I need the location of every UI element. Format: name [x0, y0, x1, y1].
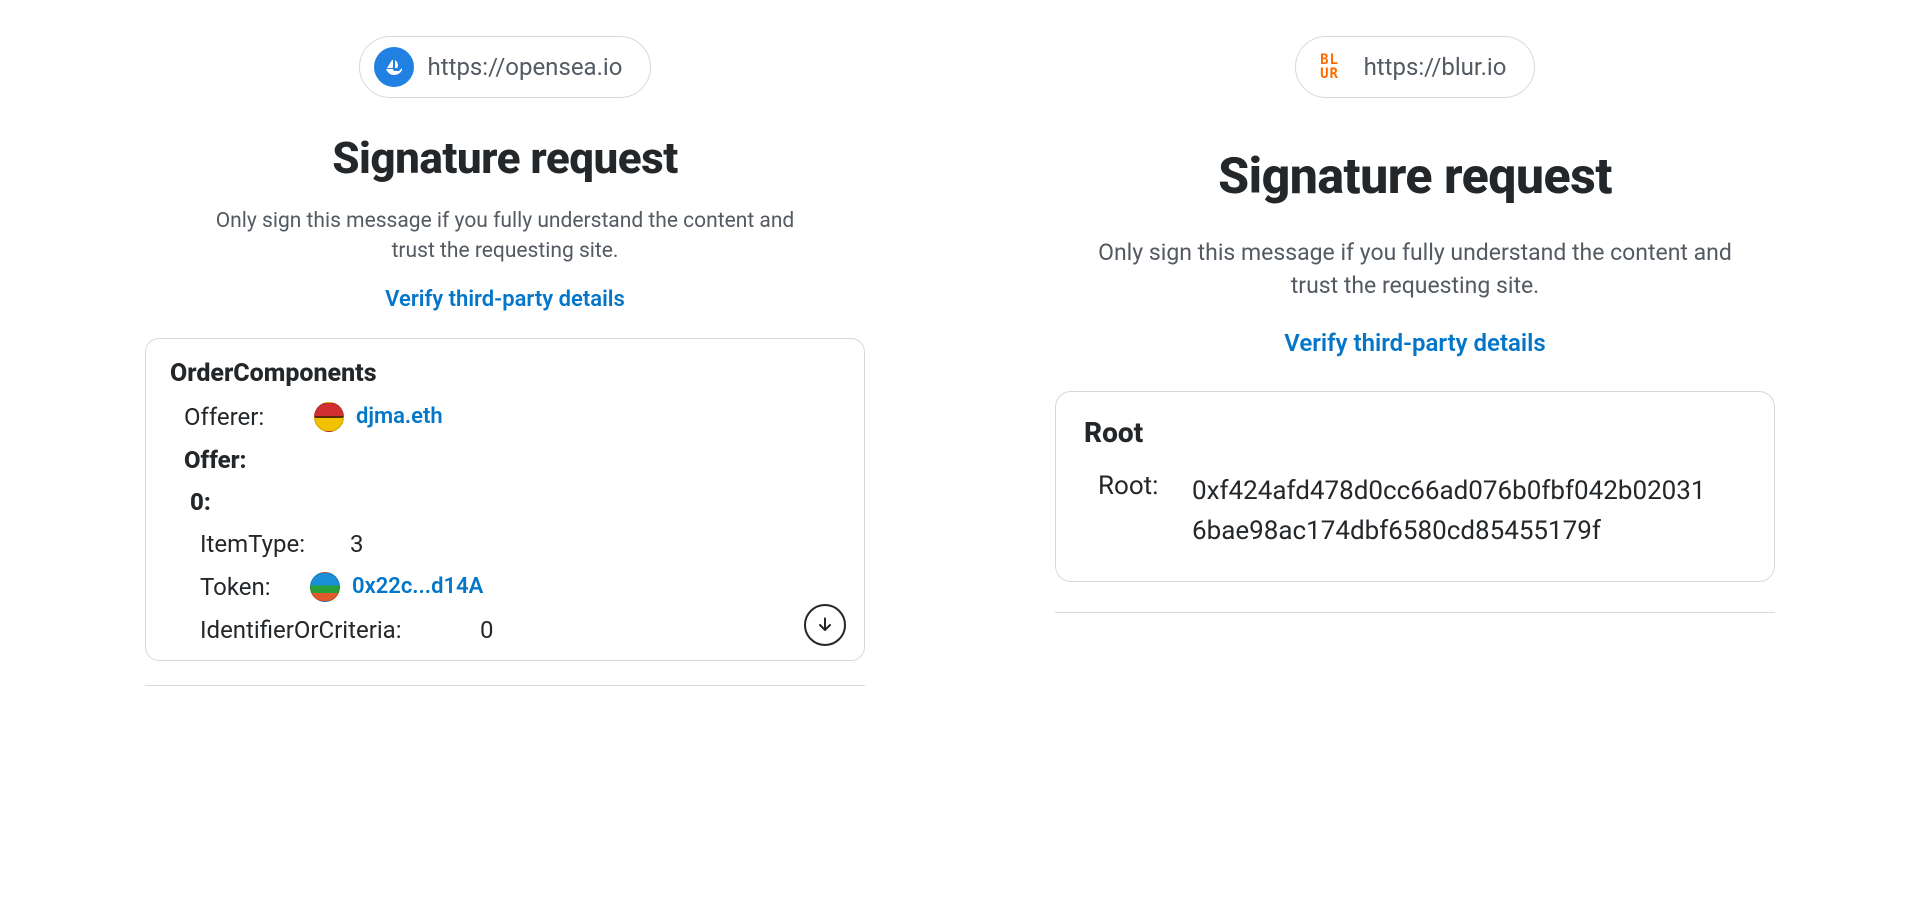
offerer-address-link[interactable]: djma.eth — [356, 404, 443, 429]
root-row: Root: 0xf424afd478d0cc66ad076b0fbf042b02… — [1084, 471, 1746, 552]
ioc-value: 0 — [480, 616, 494, 644]
popup-title: Signature request — [332, 132, 678, 184]
offer-section-label: Offer: — [184, 446, 840, 474]
verify-third-party-link[interactable]: Verify third-party details — [385, 287, 625, 312]
offer-index-label: 0: — [190, 488, 840, 516]
divider — [1055, 612, 1775, 613]
scroll-down-button[interactable] — [804, 604, 846, 646]
verify-third-party-link[interactable]: Verify third-party details — [1284, 329, 1545, 357]
root-label: Root: — [1084, 471, 1174, 501]
ioc-label: IdentifierOrCriteria: — [200, 616, 480, 644]
popup-title: Signature request — [1218, 148, 1612, 206]
site-origin-pill[interactable]: BLUR https://blur.io — [1295, 36, 1536, 98]
offer-label-text: Offer: — [184, 446, 247, 474]
token-label: Token: — [200, 573, 300, 601]
opensea-icon — [374, 47, 414, 87]
signing-warning: Only sign this message if you fully unde… — [195, 206, 815, 267]
identifier-or-criteria-row: IdentifierOrCriteria: 0 — [200, 616, 840, 644]
signature-popup-opensea: https://opensea.io Signature request Onl… — [145, 30, 865, 686]
site-url: https://opensea.io — [428, 53, 623, 81]
message-type-heading: OrderComponents — [170, 359, 840, 388]
site-url: https://blur.io — [1364, 53, 1507, 81]
message-panel: OrderComponents Offerer: djma.eth Offer:… — [145, 338, 865, 661]
item-type-value: 3 — [350, 530, 364, 558]
message-panel: Root Root: 0xf424afd478d0cc66ad076b0fbf0… — [1055, 391, 1775, 583]
divider — [145, 685, 865, 686]
arrow-down-icon — [815, 615, 835, 635]
token-avatar-icon — [310, 572, 340, 602]
site-origin-pill[interactable]: https://opensea.io — [359, 36, 652, 98]
root-value: 0xf424afd478d0cc66ad076b0fbf042b020316ba… — [1192, 471, 1712, 552]
offerer-row: Offerer: djma.eth — [184, 402, 840, 432]
item-type-label: ItemType: — [200, 530, 350, 558]
offerer-avatar-icon — [314, 402, 344, 432]
token-address-link[interactable]: 0x22c...d14A — [352, 574, 483, 599]
message-type-heading: Root — [1084, 416, 1746, 449]
comparison-stage: https://opensea.io Signature request Onl… — [0, 0, 1920, 716]
offerer-label: Offerer: — [184, 403, 304, 431]
item-type-row: ItemType: 3 — [200, 530, 840, 558]
blur-icon: BLUR — [1310, 47, 1350, 87]
offer-index-text: 0: — [190, 488, 211, 516]
token-row: Token: 0x22c...d14A — [200, 572, 840, 602]
signing-warning: Only sign this message if you fully unde… — [1095, 236, 1735, 303]
signature-popup-blur: BLUR https://blur.io Signature request O… — [1055, 30, 1775, 686]
